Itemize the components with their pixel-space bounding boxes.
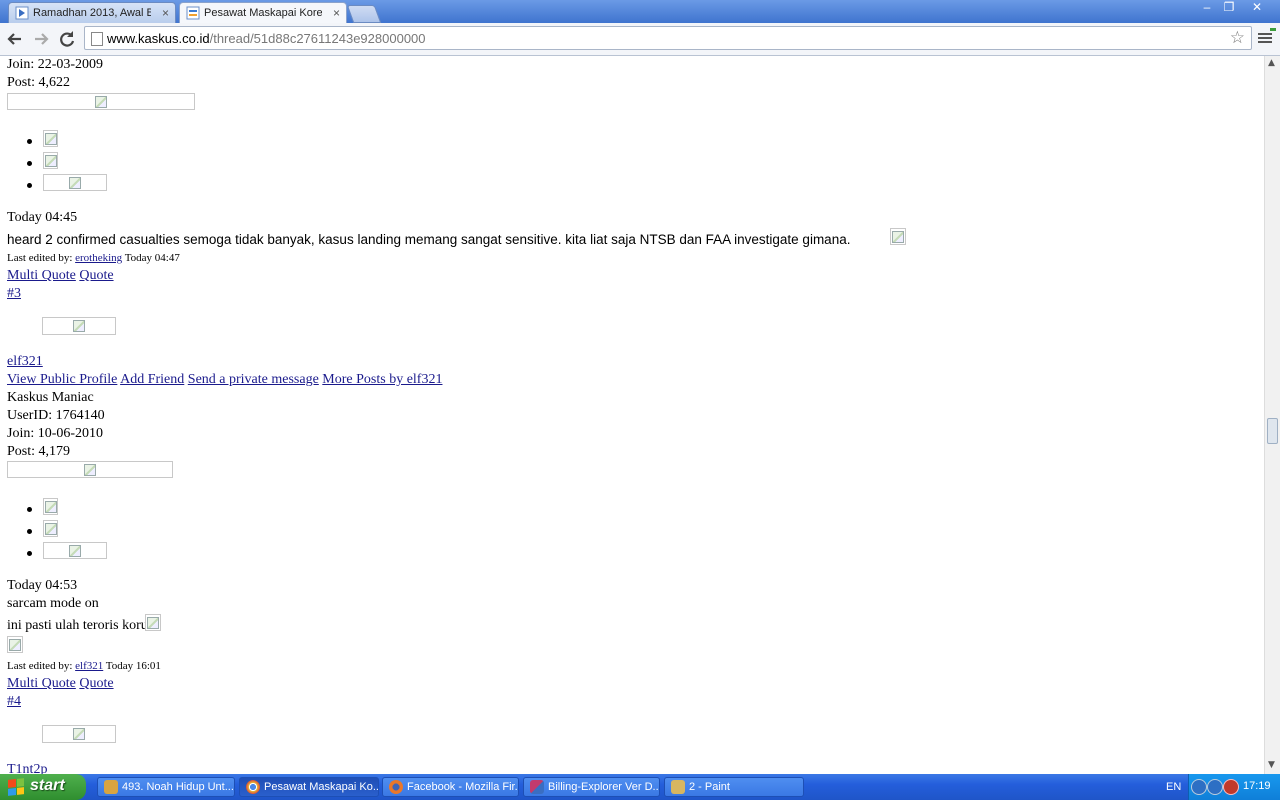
user-links: View Public Profile Add Friend Send a pr… [7, 372, 442, 388]
view-profile-link[interactable]: View Public Profile [7, 372, 117, 387]
wrench-menu-icon[interactable] [1257, 27, 1277, 49]
broken-image [43, 130, 58, 147]
user-avatar-image [42, 725, 116, 743]
maximize-button[interactable]: ❐ [1218, 0, 1240, 16]
post-timestamp: Today 04:53 [7, 578, 78, 593]
post-edited-note: Last edited by: elf321 Today 16:01 [7, 660, 161, 672]
url-text[interactable]: www.kaskus.co.id/thread/51d88c27611243e9… [107, 31, 426, 46]
post-actions: Multi Quote Quote [7, 676, 114, 692]
close-tab-icon[interactable]: × [333, 6, 340, 20]
post-username: elf321 [7, 354, 43, 370]
list-bullet [27, 161, 32, 166]
tab-ramadhan[interactable]: Ramadhan 2013, Awal Berbe × [8, 2, 176, 23]
windows-logo-icon [8, 778, 24, 796]
user-avatar-image [42, 317, 116, 335]
post-message-line: sarcam mode on [7, 596, 99, 611]
system-tray: 17:19 [1188, 774, 1280, 800]
taskbar-item-media-player[interactable]: 493. Noah Hidup Unt... [97, 777, 235, 797]
page-content: Join: 22-03-2009 Post: 4,622 Today 04:45… [0, 56, 1264, 774]
username-link[interactable]: elf321 [7, 354, 43, 369]
post-number-link[interactable]: #4 [7, 694, 21, 709]
quote-link[interactable]: Quote [79, 676, 113, 691]
billing-explorer-icon [530, 780, 544, 794]
user-post-count: Post: 4,622 [7, 75, 71, 90]
post-timestamp: Today 04:45 [7, 210, 78, 225]
media-player-icon [104, 780, 118, 794]
user-id: UserID: 1764140 [7, 408, 105, 423]
page-icon [91, 32, 103, 46]
list-bullet [27, 139, 32, 144]
post-edited-note: Last edited by: erotheking Today 04:47 [7, 252, 180, 264]
scrollbar-thumb[interactable] [1267, 418, 1278, 444]
media-file-icon [15, 6, 29, 20]
chrome-icon [246, 780, 260, 794]
username-link[interactable]: T1nt2p [7, 762, 47, 774]
start-button[interactable]: start [0, 774, 86, 800]
tab-label: Pesawat Maskapai Korea Sel [204, 7, 322, 19]
windows-taskbar: start 493. Noah Hidup Unt... Pesawat Mas… [0, 774, 1280, 800]
tray-expand-icon[interactable] [1191, 779, 1207, 795]
edited-by-link[interactable]: erotheking [75, 252, 122, 264]
vertical-scrollbar[interactable]: ▲ ▼ [1264, 56, 1280, 774]
new-tab-button[interactable] [346, 5, 382, 23]
browser-toolbar: www.kaskus.co.id/thread/51d88c27611243e9… [0, 23, 1280, 56]
user-join-date: Join: 22-03-2009 [7, 57, 104, 72]
browser-tab-strip: Ramadhan 2013, Awal Berbe × Pesawat Mask… [0, 0, 1280, 23]
list-bullet [27, 507, 32, 512]
post-number: #3 [7, 286, 21, 302]
security-alert-icon[interactable] [1223, 779, 1239, 795]
taskbar-item-chrome[interactable]: Pesawat Maskapai Ko... [239, 777, 379, 797]
paint-icon [671, 780, 685, 794]
list-bullet [27, 183, 32, 188]
reload-icon[interactable] [56, 28, 78, 50]
broken-image [43, 152, 58, 169]
broken-image [43, 542, 107, 559]
scroll-up-icon[interactable]: ▲ [1268, 58, 1275, 68]
kaskus-favicon-icon [186, 6, 200, 20]
clock[interactable]: 17:19 [1243, 780, 1271, 792]
quote-link[interactable]: Quote [79, 268, 113, 283]
broken-image [43, 520, 58, 537]
close-tab-icon[interactable]: × [162, 6, 169, 20]
add-friend-link[interactable]: Add Friend [120, 372, 184, 387]
multi-quote-link[interactable]: Multi Quote [7, 676, 76, 691]
post-number-link[interactable]: #3 [7, 286, 21, 301]
private-message-link[interactable]: Send a private message [188, 372, 319, 387]
post-number: #4 [7, 694, 21, 710]
forward-arrow-icon[interactable] [30, 28, 52, 50]
smiley-image [7, 636, 23, 653]
address-bar[interactable]: www.kaskus.co.id/thread/51d88c27611243e9… [84, 26, 1252, 50]
star-icon[interactable]: ☆ [1230, 28, 1245, 48]
taskbar-item-billing-explorer[interactable]: Billing-Explorer Ver D... [523, 777, 660, 797]
more-posts-link[interactable]: More Posts by elf321 [322, 372, 442, 387]
scroll-down-icon[interactable]: ▼ [1268, 760, 1275, 770]
broken-image [43, 498, 58, 515]
minimize-button[interactable]: – [1196, 0, 1218, 16]
firefox-icon [389, 780, 403, 794]
multi-quote-link[interactable]: Multi Quote [7, 268, 76, 283]
user-rank-image [7, 461, 173, 478]
post-actions: Multi Quote Quote [7, 268, 114, 284]
edited-by-link[interactable]: elf321 [75, 660, 103, 672]
network-icon[interactable] [1207, 779, 1223, 795]
user-join-date: Join: 10-06-2010 [7, 426, 104, 441]
close-window-button[interactable]: ✕ [1246, 0, 1268, 16]
smiley-image [145, 614, 161, 631]
broken-image [43, 174, 107, 191]
language-indicator[interactable]: EN [1166, 781, 1181, 793]
tab-pesawat[interactable]: Pesawat Maskapai Korea Sel × [179, 2, 347, 23]
list-bullet [27, 551, 32, 556]
tab-label: Ramadhan 2013, Awal Berbe [33, 7, 151, 19]
post-message-line: ini pasti ulah teroris korut [7, 618, 152, 633]
user-rank-image [7, 93, 195, 110]
smiley-image [890, 228, 906, 245]
post-username: T1nt2p [7, 762, 47, 774]
back-arrow-icon[interactable] [4, 28, 26, 50]
taskbar-item-paint[interactable]: 2 - Paint [664, 777, 804, 797]
post-message: heard 2 confirmed casualties semoga tida… [7, 232, 851, 247]
user-post-count: Post: 4,179 [7, 444, 71, 459]
list-bullet [27, 529, 32, 534]
user-rank: Kaskus Maniac [7, 390, 94, 405]
taskbar-item-firefox[interactable]: Facebook - Mozilla Fir... [382, 777, 519, 797]
